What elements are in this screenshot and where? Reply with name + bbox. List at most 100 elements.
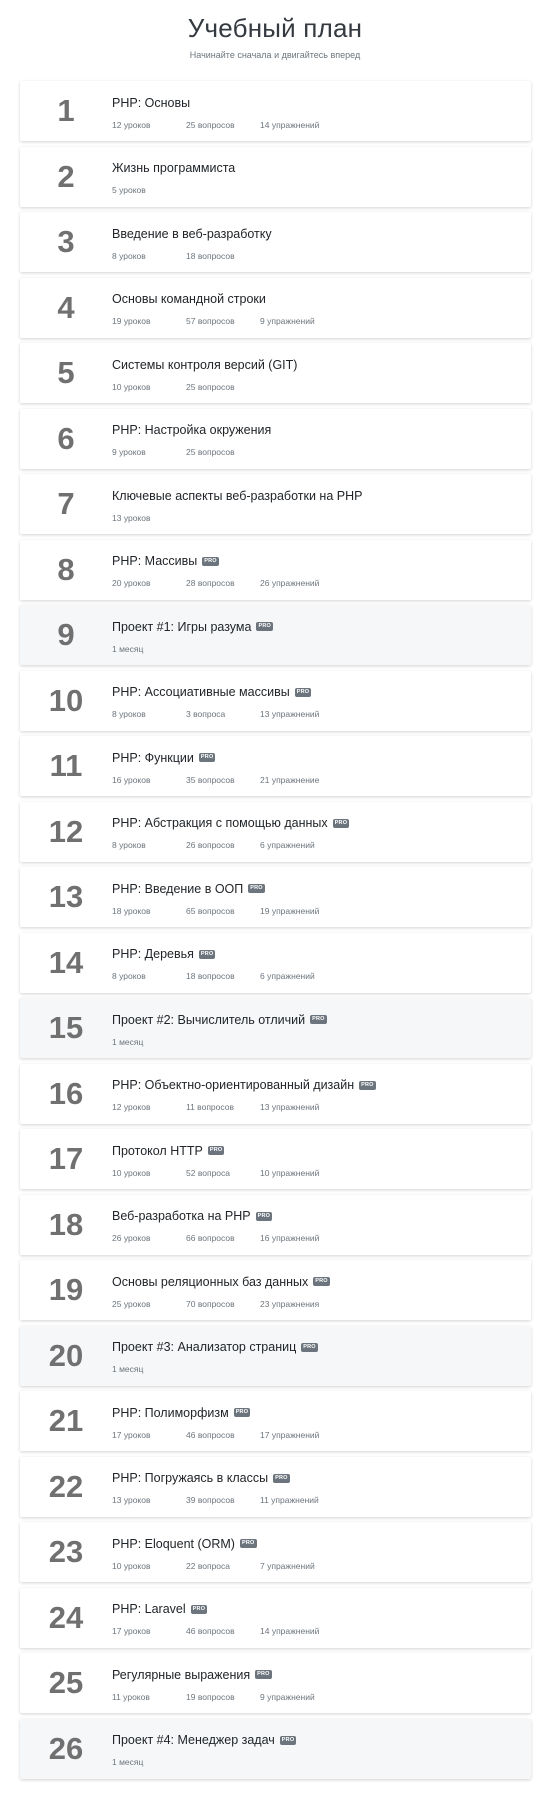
course-title-row: Проект #2: Вычислитель отличий PRO <box>112 1012 531 1028</box>
course-title[interactable]: PHP: Основы <box>112 95 190 111</box>
page-header: Учебный план Начинайте сначала и двигайт… <box>0 0 550 68</box>
lessons-count: 5 уроков <box>112 185 146 195</box>
questions-count: 57 вопросов <box>186 316 235 326</box>
course-meta: 12 уроков 25 вопросов 14 упражнений <box>112 120 531 130</box>
course-title[interactable]: Проект #4: Менеджер задач <box>112 1732 275 1748</box>
course-title[interactable]: Проект #2: Вычислитель отличий <box>112 1012 305 1028</box>
course-card[interactable]: 21 PHP: Полиморфизм PRO 17 уроков 46 вопросо… <box>20 1391 531 1451</box>
course-body: Проект #4: Менеджер задач PRO 1 месяц <box>112 1730 531 1767</box>
course-card[interactable]: 19 Основы реляционных баз данных PRO 25 уро… <box>20 1260 531 1320</box>
course-title-row: PHP: Погружаясь в классы PRO <box>112 1470 531 1486</box>
course-title-row: Регулярные выражения PRO <box>112 1667 531 1683</box>
course-title[interactable]: PHP: Абстракция с помощью данных <box>112 815 328 831</box>
course-meta: 1 месяц <box>112 644 531 654</box>
questions-count: 25 вопросов <box>186 447 235 457</box>
course-number: 2 <box>57 158 75 194</box>
course-card[interactable]: 13 PHP: Введение в ООП PRO 18 уроков 65 вопр… <box>20 867 531 927</box>
course-title[interactable]: PHP: Погружаясь в классы <box>112 1470 268 1486</box>
course-body: PHP: Деревья PRO 8 уроков 18 вопросов 6 упра… <box>112 944 531 981</box>
course-card[interactable]: 17 Протокол HTTP PRO 10 уроков 52 вопроса 10 … <box>20 1129 531 1189</box>
course-title-row: Основы командной строки <box>112 291 531 307</box>
project-card[interactable]: 26 Проект #4: Менеджер задач PRO 1 месяц <box>20 1718 531 1779</box>
course-title[interactable]: PHP: Ассоциативные массивы <box>112 684 290 700</box>
course-body: Проект #3: Анализатор страниц PRO 1 месяц <box>112 1337 531 1374</box>
course-card[interactable]: 23 PHP: Eloquent (ORM) PRO 10 уроков 22 вопр… <box>20 1522 531 1582</box>
course-card[interactable]: 14 PHP: Деревья PRO 8 уроков 18 вопросов 6 уп… <box>20 932 531 993</box>
course-title[interactable]: Проект #1: Игры разума <box>112 619 251 635</box>
course-number: 8 <box>57 551 75 587</box>
project-card[interactable]: 9 Проект #1: Игры разума PRO 1 месяц <box>20 605 531 665</box>
lessons-count: 25 уроков <box>112 1298 151 1309</box>
pro-badge: PRO <box>198 949 216 959</box>
course-card[interactable]: 16 PHP: Объектно-ориентированный дизайн PR… <box>20 1063 531 1124</box>
course-title[interactable]: PHP: Введение в ООП <box>112 881 243 897</box>
course-card[interactable]: 8 PHP: Массивы PRO 20 уроков 28 вопросов 26 у… <box>20 539 531 600</box>
course-meta: 9 уроков 25 вопросов <box>112 447 531 457</box>
questions-count: 70 вопросов <box>186 1298 235 1309</box>
exercises-count: 13 упражнений <box>260 1102 320 1112</box>
project-card[interactable]: 15 Проект #2: Вычислитель отличий PRO 1 мес… <box>20 998 531 1058</box>
exercises-count: 6 упражнений <box>260 971 315 981</box>
course-meta: 20 уроков 28 вопросов 26 упражнений <box>112 578 531 588</box>
exercises-count: 13 упражнений <box>260 709 320 719</box>
project-card[interactable]: 20 Проект #3: Анализатор страниц PRO 1 меся… <box>20 1325 531 1386</box>
course-card[interactable]: 4 Основы командной строки 19 уроков 57 вопр… <box>20 277 531 338</box>
course-title-row: PHP: Функции PRO <box>112 750 531 766</box>
questions-count: 46 вопросов <box>186 1429 235 1440</box>
course-card[interactable]: 24 PHP: Laravel PRO 17 уроков 46 вопросов 14 … <box>20 1587 531 1648</box>
course-title[interactable]: PHP: Настройка окружения <box>112 422 271 438</box>
course-card[interactable]: 18 Веб-разработка на PHP PRO 26 уроков 66 во… <box>20 1194 531 1255</box>
course-number: 22 <box>48 1468 84 1504</box>
course-title[interactable]: Проект #3: Анализатор страниц <box>112 1339 296 1355</box>
course-card[interactable]: 3 Введение в веб-разработку 8 уроков 18 воп… <box>20 212 531 272</box>
exercises-count: 19 упражнений <box>260 905 320 916</box>
course-card[interactable]: 25 Регулярные выражения PRO 11 уроков 19 воп… <box>20 1653 531 1713</box>
course-title-row: Проект #1: Игры разума PRO <box>112 619 531 635</box>
course-number: 16 <box>48 1075 84 1111</box>
course-card[interactable]: 22 PHP: Погружаясь в классы PRO 13 уроков 39… <box>20 1456 531 1517</box>
course-title[interactable]: Системы контроля версий (GIT) <box>112 357 297 373</box>
course-number: 4 <box>57 289 75 325</box>
course-title[interactable]: Ключевые аспекты веб-разработки на PHP <box>112 488 362 504</box>
pro-badge: PRO <box>198 753 216 762</box>
course-body: Проект #1: Игры разума PRO 1 месяц <box>112 617 531 654</box>
course-title[interactable]: PHP: Функции <box>112 750 194 766</box>
course-title[interactable]: Веб-разработка на PHP <box>112 1208 251 1224</box>
course-number: 17 <box>48 1141 84 1176</box>
course-card[interactable]: 5 Системы контроля версий (GIT) 10 уроков 2… <box>20 343 531 403</box>
course-title[interactable]: Введение в веб-разработку <box>112 226 272 242</box>
course-number: 6 <box>57 420 75 456</box>
course-title[interactable]: Основы реляционных баз данных <box>112 1274 308 1290</box>
course-meta: 1 месяц <box>112 1364 531 1374</box>
course-title[interactable]: PHP: Объектно-ориентированный дизайн <box>112 1077 354 1093</box>
course-card[interactable]: 11 PHP: Функции PRO 16 уроков 35 вопросов 21 … <box>20 736 531 796</box>
exercises-count: 14 упражнений <box>260 1626 320 1636</box>
course-title[interactable]: Жизнь программиста <box>112 160 235 176</box>
course-title[interactable]: Основы командной строки <box>112 291 266 307</box>
course-title-row: Жизнь программиста <box>112 160 531 176</box>
course-card[interactable]: 10 PHP: Ассоциативные массивы PRO 8 уроков 3… <box>20 670 531 731</box>
course-card[interactable]: 7 Ключевые аспекты веб-разработки на PHP 1… <box>20 474 531 534</box>
exercises-count: 10 упражнений <box>260 1167 320 1178</box>
course-card[interactable]: 6 PHP: Настройка окружения 9 уроков 25 вопр… <box>20 408 531 469</box>
course-title[interactable]: PHP: Деревья <box>112 946 194 962</box>
course-card[interactable]: 12 PHP: Абстракция с помощью данных PRO 8 у… <box>20 801 531 862</box>
course-title[interactable]: PHP: Eloquent (ORM) <box>112 1536 235 1552</box>
course-card[interactable]: 2 Жизнь программиста 5 уроков <box>20 146 531 207</box>
course-title[interactable]: Протокол HTTP <box>112 1143 203 1159</box>
questions-count: 52 вопроса <box>186 1167 230 1178</box>
course-title-row: PHP: Настройка окружения <box>112 422 531 438</box>
course-body: PHP: Laravel PRO 17 уроков 46 вопросов 14 уп… <box>112 1599 531 1636</box>
lessons-count: 1 месяц <box>112 1364 144 1374</box>
course-number: 3 <box>57 224 75 259</box>
course-title[interactable]: PHP: Массивы <box>112 553 197 569</box>
course-title[interactable]: Регулярные выражения <box>112 1667 250 1683</box>
lessons-count: 16 уроков <box>112 774 151 785</box>
questions-count: 28 вопросов <box>186 578 235 588</box>
course-title[interactable]: PHP: Laravel <box>112 1601 186 1617</box>
course-title[interactable]: PHP: Полиморфизм <box>112 1405 229 1421</box>
course-body: PHP: Основы 12 уроков 25 вопросов 14 упражн… <box>112 93 531 130</box>
course-meta: 11 уроков 19 вопросов 9 упражнений <box>112 1692 531 1702</box>
course-body: Регулярные выражения PRO 11 уроков 19 вопро… <box>112 1665 531 1702</box>
course-card[interactable]: 1 PHP: Основы 12 уроков 25 вопросов 14 упраж… <box>20 81 531 141</box>
